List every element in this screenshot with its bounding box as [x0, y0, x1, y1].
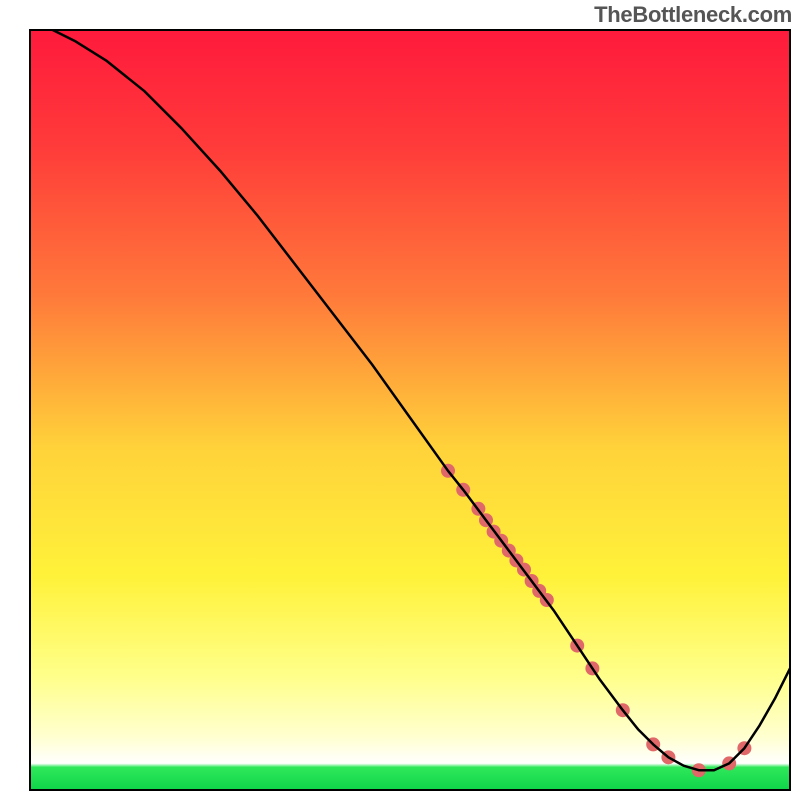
watermark-text: TheBottleneck.com	[594, 2, 792, 28]
chart-container: TheBottleneck.com	[0, 0, 800, 800]
bottleneck-chart	[0, 0, 800, 800]
gradient-background	[30, 30, 790, 790]
